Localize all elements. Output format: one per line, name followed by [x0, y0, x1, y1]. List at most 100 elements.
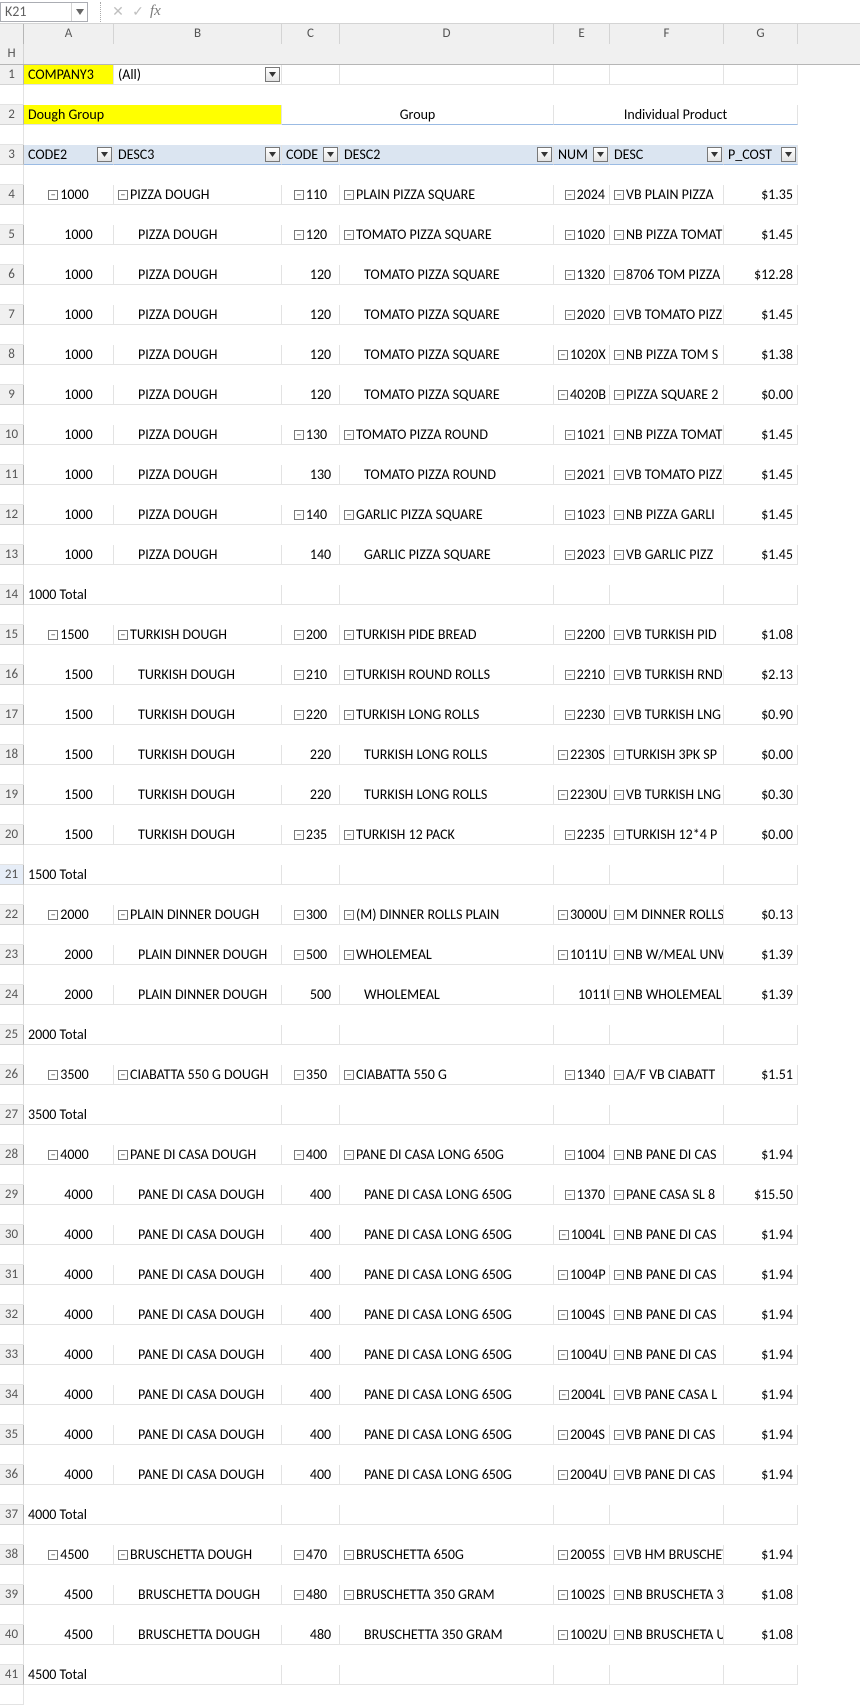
data-cell[interactable]: PANE DI CASA LONG 650G	[340, 1425, 554, 1445]
hdr-desc3[interactable]: DESC3	[114, 145, 282, 165]
data-cell[interactable]: PANE DI CASA DOUGH	[114, 1465, 282, 1485]
data-cell[interactable]: −2230U	[554, 785, 610, 805]
data-cell[interactable]: PANE DI CASA LONG 650G	[340, 1185, 554, 1205]
collapse-icon[interactable]: −	[294, 1590, 304, 1600]
data-cell[interactable]: −1004L	[554, 1225, 610, 1245]
row-8[interactable]: 8	[0, 345, 24, 365]
cell[interactable]	[282, 65, 340, 85]
row-4[interactable]: 4	[0, 185, 24, 205]
data-cell[interactable]: −4500	[24, 1545, 114, 1565]
data-cell[interactable]: −CIABATTA 550 G DOUGH	[114, 1065, 282, 1085]
data-cell[interactable]: TOMATO PIZZA SQUARE	[340, 385, 554, 405]
data-cell[interactable]: −NB PIZZA TOMAT	[610, 225, 724, 245]
data-cell[interactable]: −PIZZA DOUGH	[114, 185, 282, 205]
data-cell[interactable]: 4000	[24, 1465, 114, 1485]
cost-cell[interactable]: $12.28	[724, 265, 798, 285]
data-cell[interactable]: −PANE DI CASA DOUGH	[114, 1145, 282, 1165]
collapse-icon[interactable]: −	[558, 1590, 568, 1600]
cost-cell[interactable]: $2.13	[724, 665, 798, 685]
collapse-icon[interactable]: −	[118, 1550, 128, 1560]
data-cell[interactable]: −4020B	[554, 385, 610, 405]
data-cell[interactable]: 1500	[24, 785, 114, 805]
select-all-corner[interactable]	[0, 24, 24, 44]
col-H[interactable]: H	[0, 44, 24, 64]
collapse-icon[interactable]: −	[344, 1070, 354, 1080]
data-cell[interactable]: −2230S	[554, 745, 610, 765]
data-cell[interactable]: PIZZA DOUGH	[114, 505, 282, 525]
data-cell[interactable]: TURKISH DOUGH	[114, 705, 282, 725]
cost-cell[interactable]: $1.94	[724, 1345, 798, 1365]
row-39[interactable]: 39	[0, 1585, 24, 1605]
collapse-icon[interactable]: −	[614, 1150, 624, 1160]
data-cell[interactable]: −3500	[24, 1065, 114, 1085]
row-14[interactable]: 14	[0, 585, 24, 605]
data-cell[interactable]: 1000	[24, 505, 114, 525]
data-cell[interactable]: PIZZA DOUGH	[114, 425, 282, 445]
data-cell[interactable]: 120	[282, 345, 340, 365]
filter-dropdown-icon[interactable]	[323, 147, 338, 162]
data-cell[interactable]: 1500	[24, 745, 114, 765]
data-cell[interactable]: −M DINNER ROLLS	[610, 905, 724, 925]
collapse-icon[interactable]: −	[614, 950, 624, 960]
collapse-icon[interactable]: −	[614, 710, 624, 720]
cell-A1[interactable]: COMPANY3	[24, 65, 114, 85]
row-25[interactable]: 25	[0, 1025, 24, 1045]
data-cell[interactable]: TURKISH DOUGH	[114, 745, 282, 765]
collapse-icon[interactable]: −	[48, 1150, 58, 1160]
row-7[interactable]: 7	[0, 305, 24, 325]
group-label[interactable]: Group	[282, 105, 554, 125]
row-38[interactable]: 38	[0, 1545, 24, 1565]
collapse-icon[interactable]: −	[558, 1350, 568, 1360]
data-cell[interactable]: 400	[282, 1185, 340, 1205]
data-cell[interactable]: −PLAIN PIZZA SQUARE	[340, 185, 554, 205]
cost-cell[interactable]: $15.50	[724, 1185, 798, 1205]
data-cell[interactable]: −A/F VB CIABATT	[610, 1065, 724, 1085]
data-cell[interactable]: 1000	[24, 425, 114, 445]
cost-cell[interactable]: $0.30	[724, 785, 798, 805]
collapse-icon[interactable]: −	[118, 1150, 128, 1160]
row-3[interactable]: 3	[0, 145, 24, 165]
data-cell[interactable]: −BRUSCHETTA DOUGH	[114, 1545, 282, 1565]
data-cell[interactable]: −VB TURKISH LNG	[610, 705, 724, 725]
data-cell[interactable]: −TOMATO PIZZA ROUND	[340, 425, 554, 445]
data-cell[interactable]: −120	[282, 225, 340, 245]
collapse-icon[interactable]: −	[344, 430, 354, 440]
data-cell[interactable]: TOMATO PIZZA SQUARE	[340, 265, 554, 285]
data-cell[interactable]: PIZZA DOUGH	[114, 305, 282, 325]
collapse-icon[interactable]: −	[48, 910, 58, 920]
collapse-icon[interactable]: −	[614, 1350, 624, 1360]
data-cell[interactable]: −1004P	[554, 1265, 610, 1285]
collapse-icon[interactable]: −	[565, 1150, 575, 1160]
data-cell[interactable]: 400	[282, 1465, 340, 1485]
data-cell[interactable]: −1500	[24, 625, 114, 645]
data-cell[interactable]: −110	[282, 185, 340, 205]
data-cell[interactable]: −500	[282, 945, 340, 965]
cost-cell[interactable]: $1.94	[724, 1145, 798, 1165]
cost-cell[interactable]: $0.13	[724, 905, 798, 925]
data-cell[interactable]: −1002S	[554, 1585, 610, 1605]
data-cell[interactable]: PIZZA DOUGH	[114, 465, 282, 485]
data-cell[interactable]: −VB TOMATO PIZZ	[610, 305, 724, 325]
data-cell[interactable]: −2020	[554, 305, 610, 325]
data-cell[interactable]: PANE DI CASA LONG 650G	[340, 1385, 554, 1405]
total-row[interactable]: 3500 Total	[24, 1105, 282, 1125]
data-cell[interactable]: GARLIC PIZZA SQUARE	[340, 545, 554, 565]
data-cell[interactable]: −235	[282, 825, 340, 845]
data-cell[interactable]: −PANE DI CASA LONG 650G	[340, 1145, 554, 1165]
collapse-icon[interactable]: −	[344, 950, 354, 960]
filter-dropdown-icon[interactable]	[593, 147, 608, 162]
data-cell[interactable]: −2024	[554, 185, 610, 205]
collapse-icon[interactable]: −	[558, 1550, 568, 1560]
data-cell[interactable]: −TURKISH DOUGH	[114, 625, 282, 645]
row-35[interactable]: 35	[0, 1425, 24, 1445]
data-cell[interactable]: TOMATO PIZZA SQUARE	[340, 345, 554, 365]
collapse-icon[interactable]: −	[118, 1070, 128, 1080]
collapse-icon[interactable]: −	[614, 1230, 624, 1240]
data-cell[interactable]: −NB PIZZA TOM S	[610, 345, 724, 365]
collapse-icon[interactable]: −	[559, 1390, 569, 1400]
cost-cell[interactable]: $1.39	[724, 985, 798, 1005]
data-cell[interactable]: −1004U	[554, 1345, 610, 1365]
data-cell[interactable]: −TURKISH 12 PACK	[340, 825, 554, 845]
data-cell[interactable]: PIZZA DOUGH	[114, 265, 282, 285]
accept-formula-icon[interactable]: ✓	[128, 2, 148, 22]
